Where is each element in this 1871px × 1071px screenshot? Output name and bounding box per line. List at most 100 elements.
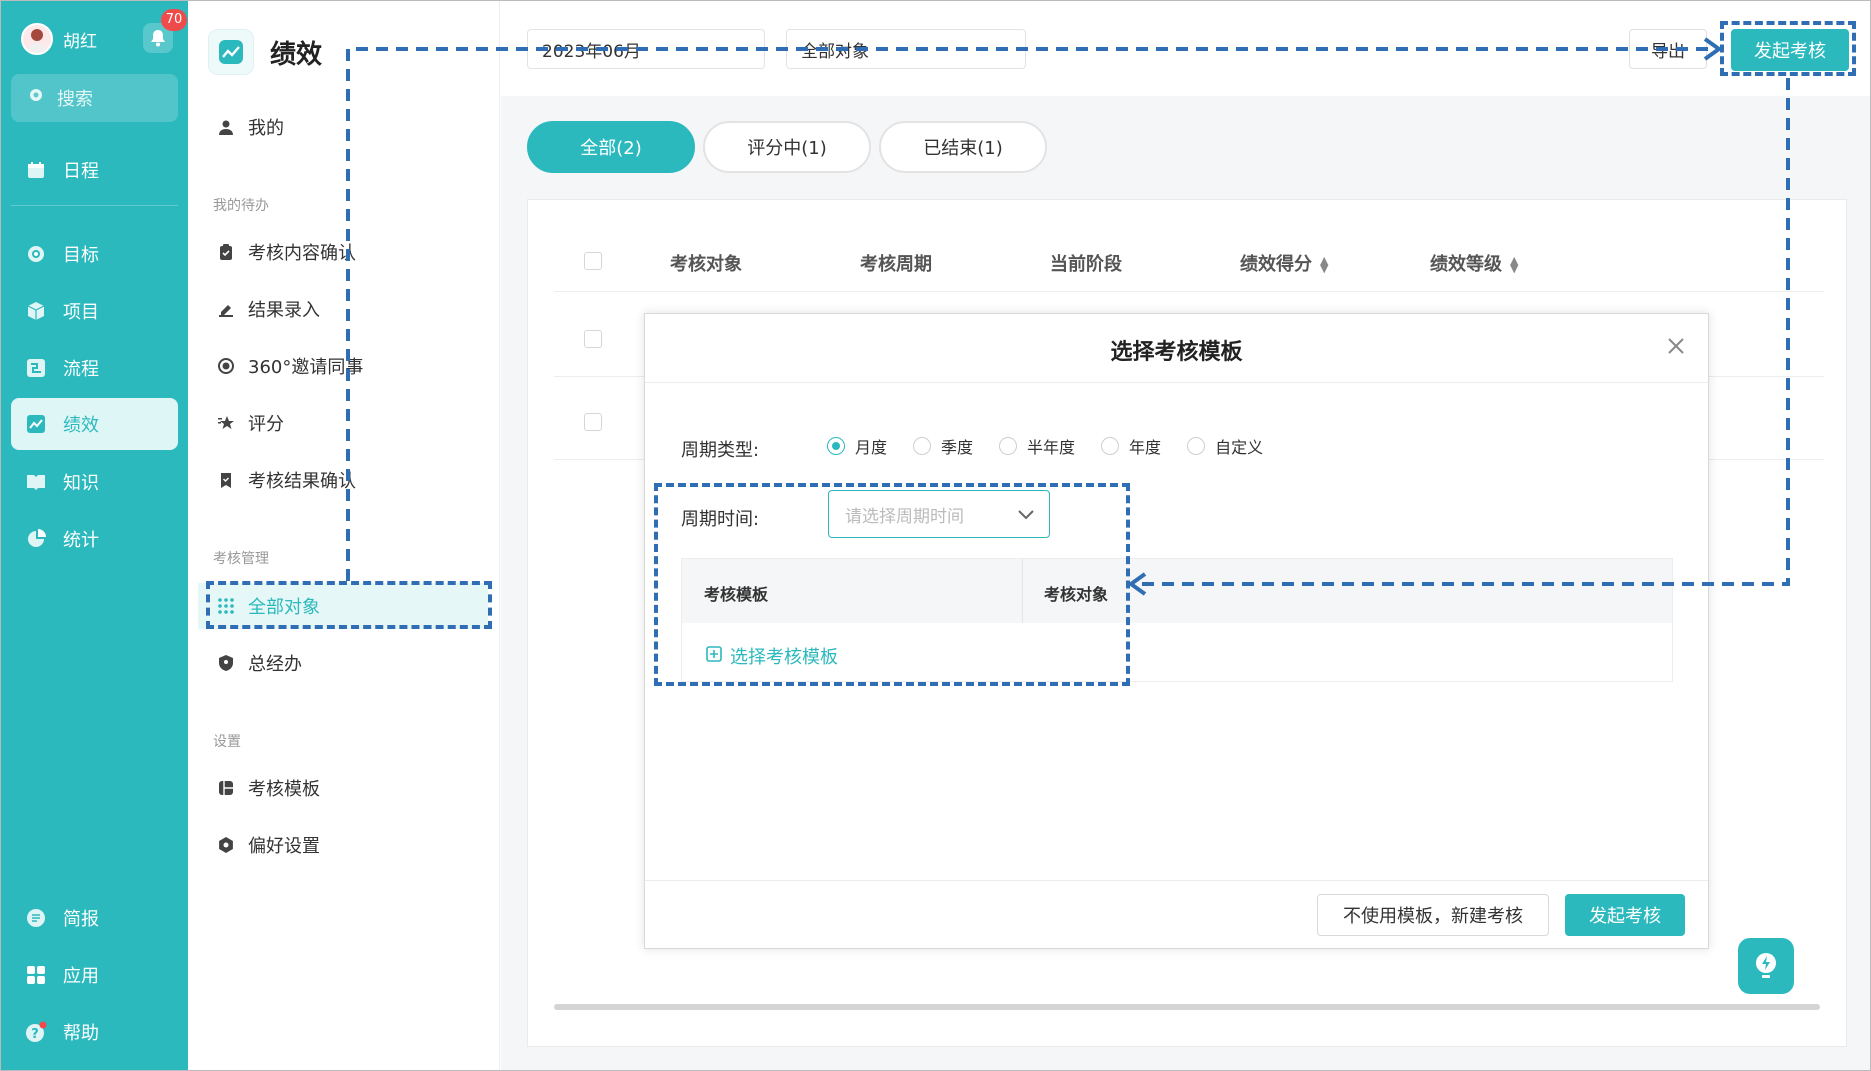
side-item-mine[interactable]: 我的 bbox=[198, 104, 488, 150]
nav-item-label: 知识 bbox=[63, 473, 99, 494]
side-item-label: 总经办 bbox=[248, 654, 302, 675]
nav-item-label: 项目 bbox=[63, 302, 99, 323]
nav-item-briefing[interactable]: 简报 bbox=[11, 893, 178, 943]
radio-yearly[interactable]: 年度 bbox=[1101, 434, 1161, 458]
export-button[interactable]: 导出 bbox=[1629, 29, 1707, 69]
radio-dot[interactable] bbox=[1187, 437, 1206, 455]
nav-item-schedule[interactable]: 日程 bbox=[11, 145, 178, 195]
side-item-label: 考核模板 bbox=[248, 779, 320, 800]
side-item-label: 评分 bbox=[248, 414, 284, 435]
nav-item-goal[interactable]: 目标 bbox=[11, 229, 178, 279]
avatar[interactable] bbox=[21, 23, 53, 55]
nav-item-label: 简报 bbox=[63, 909, 99, 930]
circle-dot-icon bbox=[216, 356, 236, 376]
radio-label: 季度 bbox=[941, 438, 974, 457]
grid-icon bbox=[25, 964, 47, 986]
nav-item-label: 应用 bbox=[63, 966, 99, 987]
side-item-360-invite[interactable]: 360°邀请同事 bbox=[198, 343, 488, 389]
col-score[interactable]: 绩效得分 ▲ ▼ bbox=[1240, 250, 1328, 276]
side-item-label: 考核结果确认 bbox=[248, 471, 356, 492]
user-name: 胡红 bbox=[63, 31, 97, 52]
dialog-launch-button[interactable]: 发起考核 bbox=[1565, 894, 1685, 936]
star-icon bbox=[216, 413, 236, 433]
radio-monthly[interactable]: 月度 bbox=[827, 434, 887, 458]
radio-quarterly[interactable]: 季度 bbox=[913, 434, 973, 458]
nav-item-knowledge[interactable]: 知识 bbox=[11, 457, 178, 507]
side-item-content-confirm[interactable]: 考核内容确认 bbox=[198, 229, 488, 275]
book-icon bbox=[25, 471, 47, 493]
template-icon bbox=[216, 778, 236, 798]
side-item-label: 我的 bbox=[248, 118, 284, 139]
radio-dot[interactable] bbox=[1101, 437, 1120, 455]
radio-label: 半年度 bbox=[1027, 438, 1076, 457]
status-tabs: 全部(2) 评分中(1) 已结束(1) bbox=[527, 121, 1055, 173]
nav-item-apps[interactable]: 应用 bbox=[11, 950, 178, 1000]
cube-icon bbox=[25, 300, 47, 322]
side-item-label: 考核内容确认 bbox=[248, 243, 356, 264]
side-item-result-entry[interactable]: 结果录入 bbox=[198, 286, 488, 332]
side-item-gm-office[interactable]: 总经办 bbox=[198, 640, 488, 686]
nav-item-flow[interactable]: 流程 bbox=[11, 343, 178, 393]
radio-dot[interactable] bbox=[827, 437, 845, 455]
radio-half-year[interactable]: 半年度 bbox=[999, 434, 1075, 458]
radio-dot[interactable] bbox=[999, 437, 1018, 455]
nav-item-project[interactable]: 项目 bbox=[11, 286, 178, 336]
target-icon bbox=[25, 243, 47, 265]
month-select[interactable]: 2023年06月 bbox=[527, 29, 765, 69]
side-item-preferences[interactable]: 偏好设置 bbox=[198, 822, 488, 868]
sort-icon[interactable]: ▲ ▼ bbox=[1510, 255, 1518, 274]
nav-search[interactable]: 搜索 bbox=[11, 74, 178, 122]
help-icon: ? bbox=[25, 1021, 47, 1043]
period-type-label: 周期类型: bbox=[681, 440, 760, 461]
pie-icon bbox=[25, 528, 47, 550]
module-sidebar: 绩效 我的 我的待办 考核内容确认 结果录入 360°邀请同事 评分 考核结果确… bbox=[188, 1, 500, 1070]
table-header: 考核对象 考核周期 当前阶段 绩效得分 ▲ ▼ 绩效等级 ▲ ▼ bbox=[554, 230, 1824, 292]
sort-icon[interactable]: ▲ ▼ bbox=[1320, 255, 1328, 274]
performance-logo-icon bbox=[208, 29, 254, 75]
user-profile[interactable]: 胡红 bbox=[21, 23, 97, 55]
side-group-manage: 考核管理 bbox=[213, 551, 269, 567]
report-icon bbox=[25, 907, 47, 929]
shield-icon bbox=[216, 653, 236, 673]
no-template-new-review-button[interactable]: 不使用模板，新建考核 bbox=[1317, 894, 1549, 936]
radio-label: 年度 bbox=[1129, 438, 1162, 457]
select-all-checkbox[interactable] bbox=[584, 251, 602, 270]
gear-icon bbox=[216, 835, 236, 855]
radio-dot[interactable] bbox=[913, 437, 932, 455]
nav-item-label: 帮助 bbox=[63, 1023, 99, 1044]
svg-text:?: ? bbox=[31, 1027, 39, 1042]
target-select-value: 全部对象 bbox=[801, 41, 869, 62]
dialog-title: 选择考核模板 bbox=[1110, 340, 1243, 365]
tips-bulb-icon[interactable] bbox=[1738, 938, 1794, 994]
dialog-footer-divider bbox=[645, 880, 1708, 881]
nav-item-label: 日程 bbox=[63, 161, 99, 182]
radio-custom[interactable]: 自定义 bbox=[1187, 434, 1263, 458]
side-item-label: 偏好设置 bbox=[248, 836, 320, 857]
dialog-header-divider bbox=[645, 382, 1708, 383]
col-grade[interactable]: 绩效等级 ▲ ▼ bbox=[1430, 250, 1518, 276]
calendar-icon bbox=[25, 159, 47, 181]
horizontal-scrollbar[interactable] bbox=[554, 1004, 1820, 1010]
main-nav: 胡红 70 搜索 日程 目标 项目 流程 绩效 知识 统计 简报 应用 ? 帮助 bbox=[1, 1, 188, 1070]
side-item-scoring[interactable]: 评分 bbox=[198, 400, 488, 446]
period-type-radio-group: 月度 季度 半年度 年度 自定义 bbox=[827, 434, 1289, 458]
target-select[interactable]: 全部对象 bbox=[786, 29, 1026, 69]
nav-item-help[interactable]: ? 帮助 bbox=[11, 1007, 178, 1057]
side-item-result-confirm[interactable]: 考核结果确认 bbox=[198, 457, 488, 503]
module-title: 绩效 bbox=[270, 39, 323, 70]
tab-finished[interactable]: 已结束(1) bbox=[879, 121, 1047, 173]
side-item-label: 360°邀请同事 bbox=[248, 357, 364, 378]
nav-divider bbox=[11, 205, 178, 206]
nav-item-label: 流程 bbox=[63, 359, 99, 380]
row-checkbox[interactable] bbox=[584, 413, 602, 431]
tab-all[interactable]: 全部(2) bbox=[527, 121, 695, 173]
nav-item-stats[interactable]: 统计 bbox=[11, 514, 178, 564]
col-grade-label: 绩效等级 bbox=[1430, 254, 1502, 275]
col-target: 考核对象 bbox=[670, 254, 742, 275]
row-checkbox[interactable] bbox=[584, 330, 602, 348]
side-item-templates[interactable]: 考核模板 bbox=[198, 765, 488, 811]
nav-item-performance[interactable]: 绩效 bbox=[11, 398, 178, 450]
close-icon[interactable] bbox=[1662, 332, 1690, 360]
pen-icon bbox=[216, 299, 236, 319]
tab-scoring[interactable]: 评分中(1) bbox=[703, 121, 871, 173]
